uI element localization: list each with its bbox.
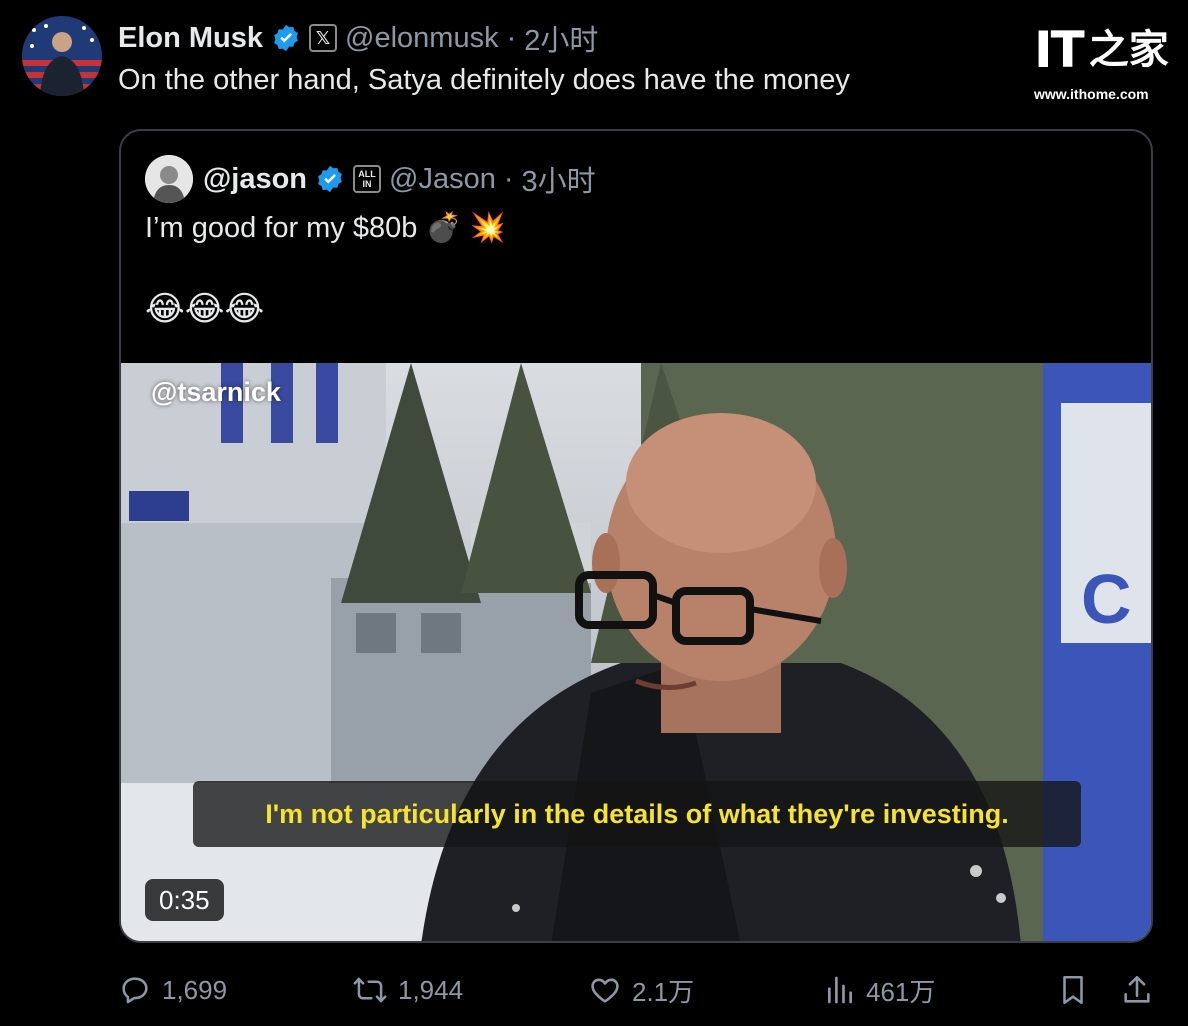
like-button[interactable]: 2.1万: [588, 966, 694, 1014]
x-affiliate-icon[interactable]: 𝕏: [309, 24, 338, 52]
quoted-verified-badge-icon[interactable]: [315, 164, 345, 194]
author-handle[interactable]: @elonmusk: [345, 22, 499, 55]
all-in-affiliate-badge[interactable]: ALL IN: [353, 165, 382, 193]
ithome-logo: IT 之家: [1034, 22, 1172, 78]
quoted-tweet-card[interactable]: @jason ALL IN @Jason · 3小时 I’m good for …: [119, 129, 1153, 943]
author-avatar[interactable]: [22, 16, 102, 96]
bookmark-icon: [1063, 975, 1083, 1005]
tweet-header: Elon Musk 𝕏 @elonmusk · 2小时: [118, 18, 598, 58]
quoted-header: @jason ALL IN @Jason · 3小时: [203, 159, 596, 199]
ithome-logo-text: IT: [1034, 21, 1085, 79]
reply-icon: [122, 977, 148, 1004]
video-player[interactable]: C @tsarnick I'm not particularly in the …: [121, 363, 1151, 941]
video-duration: 0:35: [145, 879, 224, 921]
views-button[interactable]: 461万: [824, 966, 935, 1014]
all-in-badge-line2: IN: [362, 179, 372, 189]
video-credit: @tsarnick: [151, 377, 281, 407]
quoted-reaction-emojis: 😂😂😂: [145, 290, 265, 328]
repost-count: 1,944: [398, 974, 464, 1005]
time-separator: ·: [506, 21, 517, 54]
share-icon: [1124, 975, 1150, 1003]
quoted-author-avatar[interactable]: [145, 155, 193, 203]
like-count: 2.1万: [632, 976, 695, 1007]
reply-count: 1,699: [162, 974, 228, 1005]
author-name[interactable]: Elon Musk: [118, 22, 263, 55]
quoted-author-name[interactable]: @jason: [203, 163, 307, 196]
quoted-time[interactable]: 3小时: [522, 158, 596, 200]
repost-button[interactable]: 1,944: [352, 966, 463, 1014]
quoted-time-separator: ·: [503, 162, 514, 195]
share-button[interactable]: [1120, 966, 1154, 1014]
heart-icon: [591, 978, 619, 1003]
tweet-actions: 1,699 1,944 2.1万 461万: [0, 966, 1188, 1014]
repost-icon: [353, 977, 387, 1003]
views-chart-icon: [828, 976, 852, 1004]
reply-button[interactable]: 1,699: [118, 966, 227, 1014]
ithome-watermark: IT 之家 www.ithome.com: [1034, 22, 1172, 106]
video-caption: I'm not particularly in the details of w…: [193, 781, 1081, 847]
svg-text:C: C: [1081, 560, 1132, 638]
quoted-text: I’m good for my $80b 💣 💥: [145, 212, 506, 244]
tweet-text: On the other hand, Satya definitely does…: [118, 64, 850, 96]
ithome-logo-cn: 之家: [1088, 28, 1169, 72]
video-frame: C: [121, 363, 1151, 941]
bookmark-button[interactable]: [1056, 966, 1090, 1014]
all-in-badge-line1: ALL: [358, 169, 376, 179]
ithome-url: www.ithome.com: [1034, 86, 1149, 102]
views-count: 461万: [866, 976, 936, 1007]
quoted-handle[interactable]: @Jason: [389, 163, 496, 196]
verified-badge-icon[interactable]: [271, 23, 301, 53]
tweet-time[interactable]: 2小时: [524, 17, 598, 59]
